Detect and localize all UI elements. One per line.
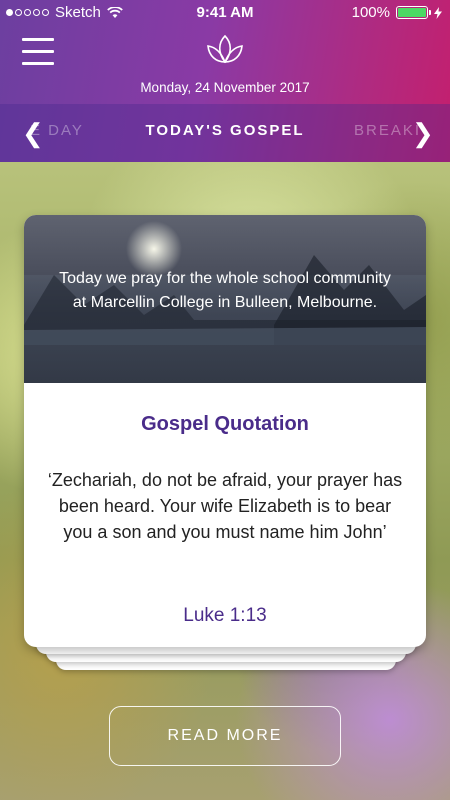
tab-next[interactable]: BREAKI [354,122,421,139]
gospel-card[interactable]: Today we pray for the whole school commu… [24,215,426,647]
status-bar: Sketch 9:41 AM 100% [0,0,450,26]
menu-icon[interactable] [22,38,54,68]
card-header-image: Today we pray for the whole school commu… [24,215,426,383]
header: Sketch 9:41 AM 100% Monday, 24 November … [0,0,450,162]
prayer-message: Today we pray for the whole school commu… [59,270,391,311]
card-title: Gospel Quotation [141,413,309,435]
read-more-button[interactable]: READ MORE [109,706,341,766]
status-right: 100% [352,4,442,21]
tab-bar: E DAY TODAY'S GOSPEL BREAKI ❮ ❯ [0,112,450,152]
gospel-quote: ‘Zechariah, do not be afraid, your praye… [47,470,403,542]
header-date: Monday, 24 November 2017 [140,80,310,95]
battery-percent: 100% [351,4,390,21]
gospel-reference: Luke 1:13 [183,605,267,626]
lotus-logo-icon [204,32,246,79]
chevron-right-icon[interactable]: ❯ [412,118,434,149]
charging-icon [434,6,442,19]
battery-icon [396,6,431,19]
chevron-left-icon[interactable]: ❮ [22,118,44,149]
